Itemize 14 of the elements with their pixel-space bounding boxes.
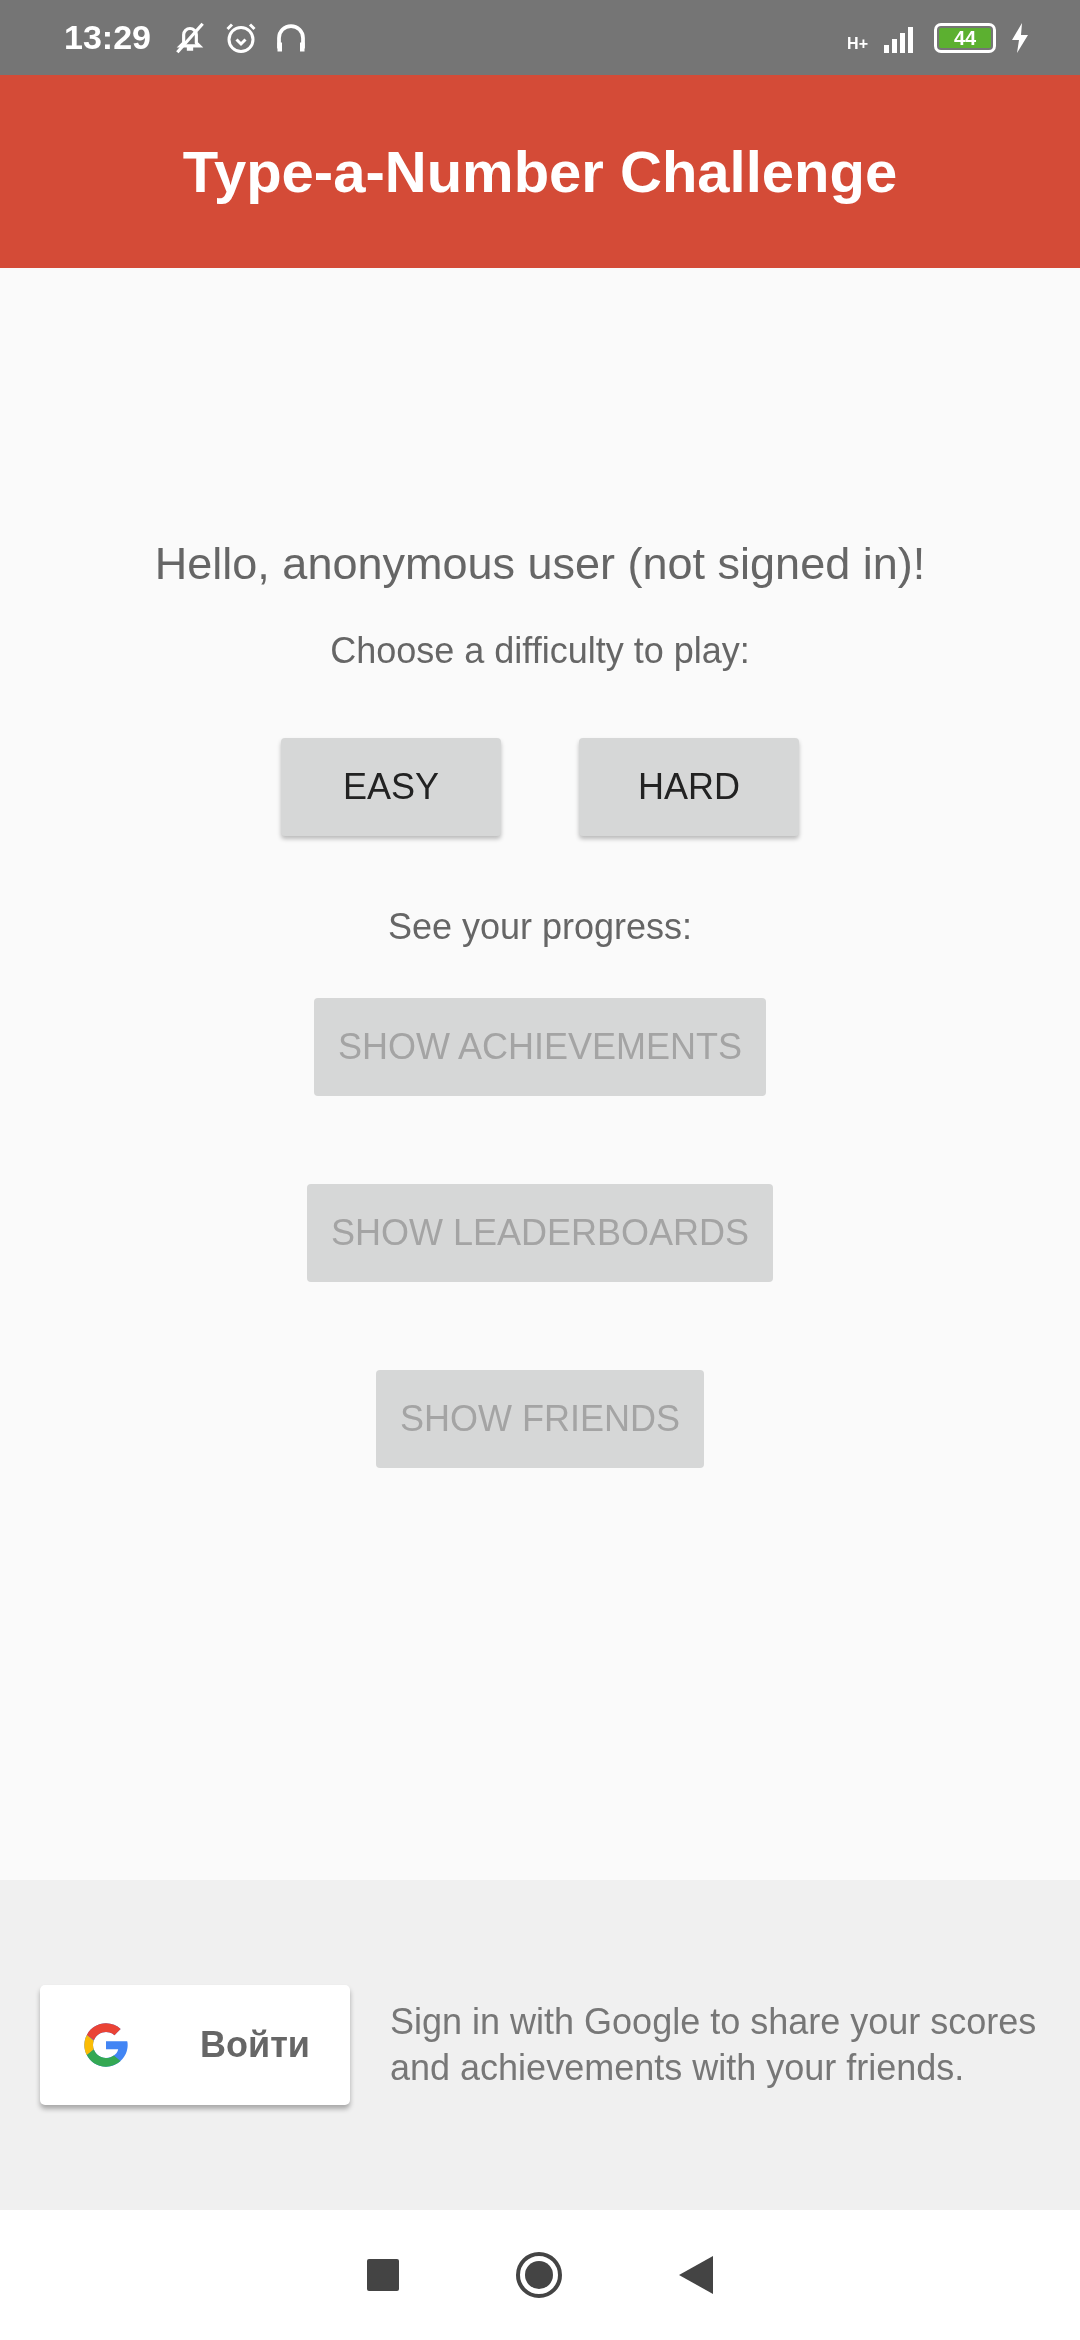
- difficulty-button[interactable]: EASY: [281, 738, 501, 836]
- sign-in-description: Sign in with Google to share your scores and achievements with your friends.: [390, 2000, 1038, 2090]
- progress-prompt: See your progress:: [387, 906, 693, 948]
- app-title: Type-a-Number Challenge: [182, 138, 898, 205]
- status-time: 13:29: [64, 18, 151, 57]
- difficulty-button[interactable]: HARD: [579, 738, 799, 836]
- difficulty-prompt: Choose a difficulty to play:: [330, 630, 750, 672]
- battery-indicator: 44: [934, 22, 996, 53]
- greeting-text: Hello, anonymous user (not signed in)!: [154, 538, 926, 590]
- home-icon[interactable]: [515, 2251, 563, 2299]
- charging-icon: [1010, 22, 1030, 53]
- google-sign-in-button[interactable]: Войти: [40, 1985, 350, 2105]
- network-type: H+: [847, 34, 868, 53]
- back-icon[interactable]: [679, 2256, 713, 2294]
